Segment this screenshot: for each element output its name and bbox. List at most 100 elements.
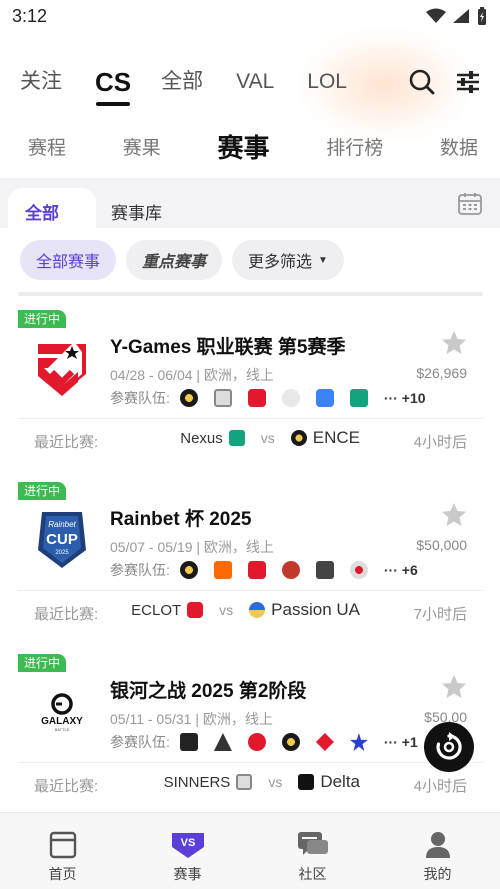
teams-label: 参赛队伍: bbox=[110, 734, 170, 750]
event-dates: 05/07 - 05/19 | 欧洲，线上 bbox=[110, 539, 274, 555]
tab-data[interactable]: 数据 bbox=[440, 133, 478, 160]
teams-row: 参赛队伍: ··· +6 bbox=[110, 558, 418, 582]
sinners-logo-icon bbox=[236, 774, 253, 790]
filter-settings-icon[interactable] bbox=[454, 68, 482, 96]
passion-ua-logo-icon bbox=[249, 602, 266, 618]
chip-all-label: 全部赛事 bbox=[36, 254, 101, 271]
nav-events[interactable]: VS 赛事 bbox=[125, 813, 250, 889]
team-logo-icon bbox=[213, 389, 232, 407]
live-badge: 进行中 bbox=[18, 482, 67, 500]
teams-label: 参赛队伍: bbox=[110, 562, 170, 578]
card-divider bbox=[18, 418, 483, 419]
logo-text-galaxy: GALAXY bbox=[41, 716, 83, 727]
team-logo-icon bbox=[247, 561, 266, 579]
delta-logo-icon bbox=[298, 774, 315, 790]
vs-label: vs bbox=[219, 602, 234, 618]
team-logo-icon bbox=[315, 389, 334, 407]
more-teams-count: ··· +10 bbox=[383, 390, 426, 406]
search-icon[interactable] bbox=[408, 68, 436, 96]
team-logo-icon bbox=[247, 389, 266, 407]
home-icon bbox=[49, 831, 76, 859]
segment-library[interactable]: 赛事库 bbox=[111, 199, 162, 224]
chip-more-filters[interactable]: 更多筛选 ▼ bbox=[232, 240, 344, 280]
nav-community[interactable]: 社区 bbox=[250, 813, 375, 889]
nav-home[interactable]: 首页 bbox=[0, 813, 125, 889]
ence-logo-icon bbox=[290, 430, 307, 446]
card-divider bbox=[18, 762, 483, 763]
favorite-star-icon[interactable] bbox=[441, 502, 467, 528]
team-logo-icon bbox=[179, 733, 198, 751]
tab-events[interactable]: 赛事 bbox=[217, 128, 269, 165]
tab-schedule[interactable]: 赛程 bbox=[28, 133, 66, 160]
team-a-name: ECLOT bbox=[131, 601, 182, 619]
tab-rankings[interactable]: 排行榜 bbox=[326, 133, 383, 160]
tab-cs[interactable]: CS bbox=[95, 62, 131, 106]
favorite-star-icon[interactable] bbox=[441, 674, 467, 700]
recent-label: 最近比赛: bbox=[34, 606, 99, 623]
y-games-logo bbox=[38, 344, 86, 396]
match-time: 4小时后 bbox=[413, 434, 467, 451]
status-time: 3:12 bbox=[12, 6, 48, 26]
nav-profile[interactable]: 我的 bbox=[375, 813, 500, 889]
recent-match[interactable]: SINNERS vs Delta bbox=[110, 772, 360, 792]
nav-community-label: 社区 bbox=[298, 866, 327, 882]
team-logo-icon bbox=[315, 733, 334, 751]
chat-icon bbox=[297, 832, 328, 855]
team-logo-icon bbox=[179, 389, 198, 407]
tab-results[interactable]: 赛果 bbox=[123, 133, 161, 160]
filter-chips: 全部赛事 重点赛事 更多筛选 ▼ bbox=[20, 240, 344, 280]
team-a-name: Nexus bbox=[180, 429, 223, 447]
nav-home-label: 首页 bbox=[48, 866, 77, 882]
user-icon bbox=[425, 832, 450, 858]
refresh-icon bbox=[436, 732, 462, 760]
game-tabs: 关注 CS 全部 VAL LOL bbox=[20, 62, 380, 106]
match-time: 4小时后 bbox=[413, 778, 467, 795]
status-icons bbox=[426, 6, 488, 26]
tab-val[interactable]: VAL bbox=[236, 62, 274, 102]
bottom-nav: 首页 VS 赛事 社区 我的 bbox=[0, 812, 500, 889]
event-card[interactable]: 进行中 Y-Games 职业联赛 第5赛季 04/28 - 06/04 | 欧洲… bbox=[18, 294, 483, 464]
team-a-name: SINNERS bbox=[163, 773, 231, 791]
logo-text-cup: CUP bbox=[46, 531, 78, 548]
tab-follow[interactable]: 关注 bbox=[20, 62, 62, 102]
nexus-logo-icon bbox=[228, 430, 245, 446]
favorite-star-icon[interactable] bbox=[441, 330, 467, 356]
team-logo-icon bbox=[315, 561, 334, 579]
team-logo-icon bbox=[281, 733, 300, 751]
refresh-fab-button[interactable] bbox=[424, 722, 474, 772]
wifi-icon bbox=[426, 8, 446, 23]
battery-icon bbox=[478, 7, 486, 25]
recent-label: 最近比赛: bbox=[34, 778, 99, 795]
team-b-name: Passion UA bbox=[271, 600, 360, 619]
team-logo-icon bbox=[213, 733, 232, 751]
team-b-name: Delta bbox=[320, 772, 360, 791]
team-logo-icon bbox=[349, 561, 368, 579]
logo-text-brand: Rainbet bbox=[48, 520, 76, 529]
team-logo-icon bbox=[213, 561, 232, 579]
calendar-icon[interactable] bbox=[457, 191, 483, 217]
recent-match[interactable]: Nexus vs ENCE bbox=[110, 428, 360, 448]
tab-all-games[interactable]: 全部 bbox=[161, 62, 203, 102]
logo-text-battle: BATTLE bbox=[55, 727, 70, 732]
chip-key-events[interactable]: 重点赛事 bbox=[126, 240, 223, 280]
eclot-logo-icon bbox=[187, 602, 204, 618]
tab-lol[interactable]: LOL bbox=[307, 62, 347, 102]
vs-label: vs bbox=[268, 774, 283, 790]
teams-row: 参赛队伍: ··· +10 bbox=[110, 386, 426, 410]
live-badge: 进行中 bbox=[18, 654, 67, 672]
more-teams-count: ··· +6 bbox=[383, 562, 418, 578]
event-dates: 04/28 - 06/04 | 欧洲，线上 bbox=[110, 367, 274, 383]
chip-more-label: 更多筛选 bbox=[248, 254, 313, 271]
event-card[interactable]: 进行中 GALAXY BATTLE 银河之战 2025 第2阶段 05/11 -… bbox=[18, 638, 483, 808]
team-logo-icon bbox=[349, 389, 368, 407]
team-logo-icon bbox=[247, 733, 266, 751]
chip-all-events[interactable]: 全部赛事 bbox=[20, 240, 117, 280]
event-title: Rainbet 杯 2025 bbox=[110, 509, 252, 530]
event-prize: $26,969 bbox=[416, 365, 467, 381]
segment-all[interactable]: 全部 bbox=[25, 199, 59, 224]
nav-vs-badge: VS bbox=[180, 837, 195, 849]
recent-match[interactable]: ECLOT vs Passion UA bbox=[110, 600, 360, 620]
event-card[interactable]: 进行中 Rainbet CUP 2025 Rainbet 杯 2025 05/0… bbox=[18, 466, 483, 636]
event-title: Y-Games 职业联赛 第5赛季 bbox=[110, 337, 346, 358]
team-logo-icon bbox=[179, 561, 198, 579]
